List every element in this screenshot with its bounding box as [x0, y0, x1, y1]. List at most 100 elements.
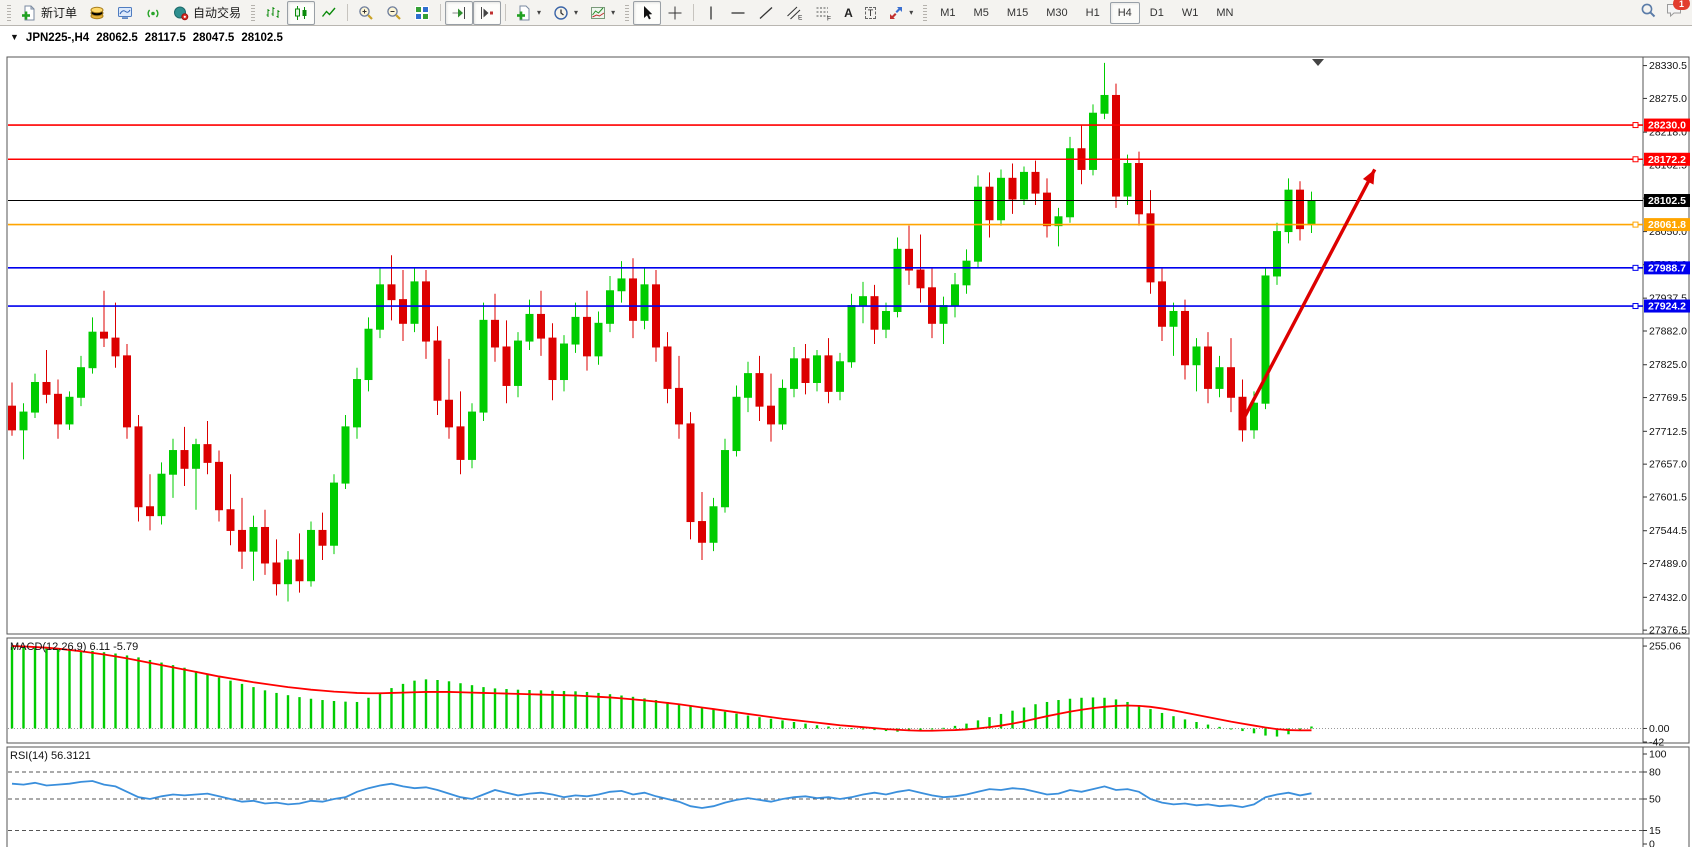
timeframe-D1[interactable]: D1	[1142, 2, 1172, 24]
equidistant-channel-tool-button[interactable]: E	[780, 1, 809, 25]
search-icon[interactable]	[1640, 2, 1657, 24]
toolbar-grip[interactable]	[251, 5, 255, 21]
chart-canvas[interactable]: 28330.528275.028218.028162.528106.528050…	[0, 26, 1692, 847]
templates-button[interactable]: ▾	[584, 1, 621, 25]
price-axis: 28330.528275.028218.028162.528106.528050…	[1643, 60, 1687, 637]
trendline-icon	[758, 5, 774, 21]
bar-chart-icon	[265, 5, 281, 21]
toolbar-grip[interactable]	[923, 5, 927, 21]
svg-text:27544.5: 27544.5	[1649, 525, 1687, 537]
svg-text:0.00: 0.00	[1649, 723, 1670, 735]
timeframe-MN[interactable]: MN	[1208, 2, 1241, 24]
svg-text:28061.8: 28061.8	[1648, 219, 1686, 231]
svg-text:15: 15	[1649, 825, 1661, 837]
crosshair-button[interactable]	[661, 1, 689, 25]
horizontal-line-tool-button[interactable]	[724, 1, 752, 25]
svg-text:27601.5: 27601.5	[1649, 491, 1687, 503]
candlestick-icon	[293, 5, 309, 21]
svg-text:0: 0	[1649, 839, 1655, 847]
chevron-down-icon: ▾	[611, 8, 615, 17]
arrows-icon	[888, 5, 904, 21]
fibonacci-icon: F	[815, 5, 832, 21]
svg-text:28275.0: 28275.0	[1649, 93, 1687, 105]
svg-text:80: 80	[1649, 767, 1661, 779]
clock-icon	[553, 5, 569, 21]
line-chart-icon	[321, 5, 337, 21]
svg-text:27432.0: 27432.0	[1649, 592, 1687, 604]
ohlc-high: 28117.5	[145, 32, 186, 44]
indicators-icon	[516, 5, 532, 21]
market-watch-button[interactable]	[83, 1, 111, 25]
fibonacci-tool-button[interactable]: F	[809, 1, 838, 25]
periods-button[interactable]: ▾	[547, 1, 584, 25]
timeframe-M30[interactable]: M30	[1038, 2, 1075, 24]
ohlc-open: 28062.5	[96, 32, 138, 44]
chart-symbol-period: JPN225-,H4	[26, 32, 89, 44]
tile-windows-button[interactable]	[408, 1, 436, 25]
rsi-label: RSI(14) 56.3121	[10, 750, 91, 762]
macd-label: MACD(12,26,9) 6.11 -5.79	[10, 641, 138, 653]
auto-trading-button[interactable]: 自动交易	[167, 1, 247, 25]
toolbar-grip[interactable]	[7, 5, 11, 21]
chart-monitor-icon	[117, 5, 133, 21]
candlestick-chart-button[interactable]	[287, 1, 315, 25]
svg-text:27712.5: 27712.5	[1649, 426, 1687, 438]
chevron-down-icon: ▾	[909, 8, 913, 17]
ohlc-close: 28102.5	[241, 32, 283, 44]
rsi-indicator: 100 80 50 15 0 RSI(14) 56.3121	[8, 749, 1667, 847]
auto-trading-label: 自动交易	[193, 4, 241, 21]
current-price-line: 28102.5	[8, 194, 1690, 207]
bar-chart-button[interactable]	[259, 1, 287, 25]
horizontal-line-icon	[730, 5, 746, 21]
trendline-tool-button[interactable]	[752, 1, 780, 25]
channel-icon: E	[786, 5, 803, 21]
gold-stack-icon	[89, 5, 105, 21]
trading-terminal-window: 新订单 自动交易	[0, 0, 1692, 847]
svg-text:100: 100	[1649, 749, 1667, 761]
line-chart-button[interactable]	[315, 1, 343, 25]
arrows-tool-button[interactable]: ▾	[882, 1, 919, 25]
svg-text:27657.0: 27657.0	[1649, 459, 1687, 471]
svg-text:28330.5: 28330.5	[1649, 60, 1687, 72]
svg-text:E: E	[798, 14, 803, 21]
svg-text:255.06: 255.06	[1649, 641, 1681, 653]
toolbar-grip[interactable]	[625, 5, 629, 21]
ohlc-low: 28047.5	[193, 32, 235, 44]
indicators-button[interactable]: ▾	[510, 1, 547, 25]
zoom-in-button[interactable]	[352, 1, 380, 25]
timeframe-W1[interactable]: W1	[1174, 2, 1207, 24]
zoom-out-button[interactable]	[380, 1, 408, 25]
chevron-down-icon: ▾	[574, 8, 578, 17]
vertical-line-tool-button[interactable]	[698, 1, 724, 25]
tile-windows-icon	[414, 5, 430, 21]
timeframe-H1[interactable]: H1	[1078, 2, 1108, 24]
text-tool-button[interactable]: A	[838, 1, 859, 25]
svg-text:50: 50	[1649, 794, 1661, 806]
main-toolbar: 新订单 自动交易	[0, 0, 1692, 26]
notification-badge: 1	[1673, 0, 1690, 10]
new-order-label: 新订单	[41, 4, 77, 21]
signals-button[interactable]	[139, 1, 167, 25]
svg-text:F: F	[827, 15, 831, 21]
timeframe-M15[interactable]: M15	[999, 2, 1036, 24]
collapse-expander-icon[interactable]: ▼	[10, 32, 19, 44]
horizontal-level-lines[interactable]: 28230.028172.228061.827988.727924.2	[8, 119, 1690, 313]
svg-text:27825.0: 27825.0	[1649, 359, 1687, 371]
timeframe-M1[interactable]: M1	[932, 2, 963, 24]
zoom-in-icon	[358, 5, 374, 21]
timeframe-M5[interactable]: M5	[966, 2, 997, 24]
chart-shift-button[interactable]	[473, 1, 501, 25]
svg-text:27882.0: 27882.0	[1649, 326, 1687, 338]
text-label-tool-button[interactable]: T	[859, 1, 883, 25]
chart-shift-marker[interactable]	[1312, 59, 1324, 66]
svg-text:28102.5: 28102.5	[1648, 195, 1686, 207]
notifications-button[interactable]: 1	[1665, 2, 1683, 23]
new-order-icon	[21, 5, 37, 21]
navigator-button[interactable]	[111, 1, 139, 25]
cursor-button[interactable]	[633, 1, 661, 25]
timeframe-H4[interactable]: H4	[1110, 2, 1140, 24]
auto-scroll-button[interactable]	[445, 1, 473, 25]
svg-text:27769.5: 27769.5	[1649, 392, 1687, 404]
new-order-button[interactable]: 新订单	[15, 1, 83, 25]
chart-window: ▼ JPN225-,H4 28062.5 28117.5 28047.5 281…	[0, 26, 1692, 847]
